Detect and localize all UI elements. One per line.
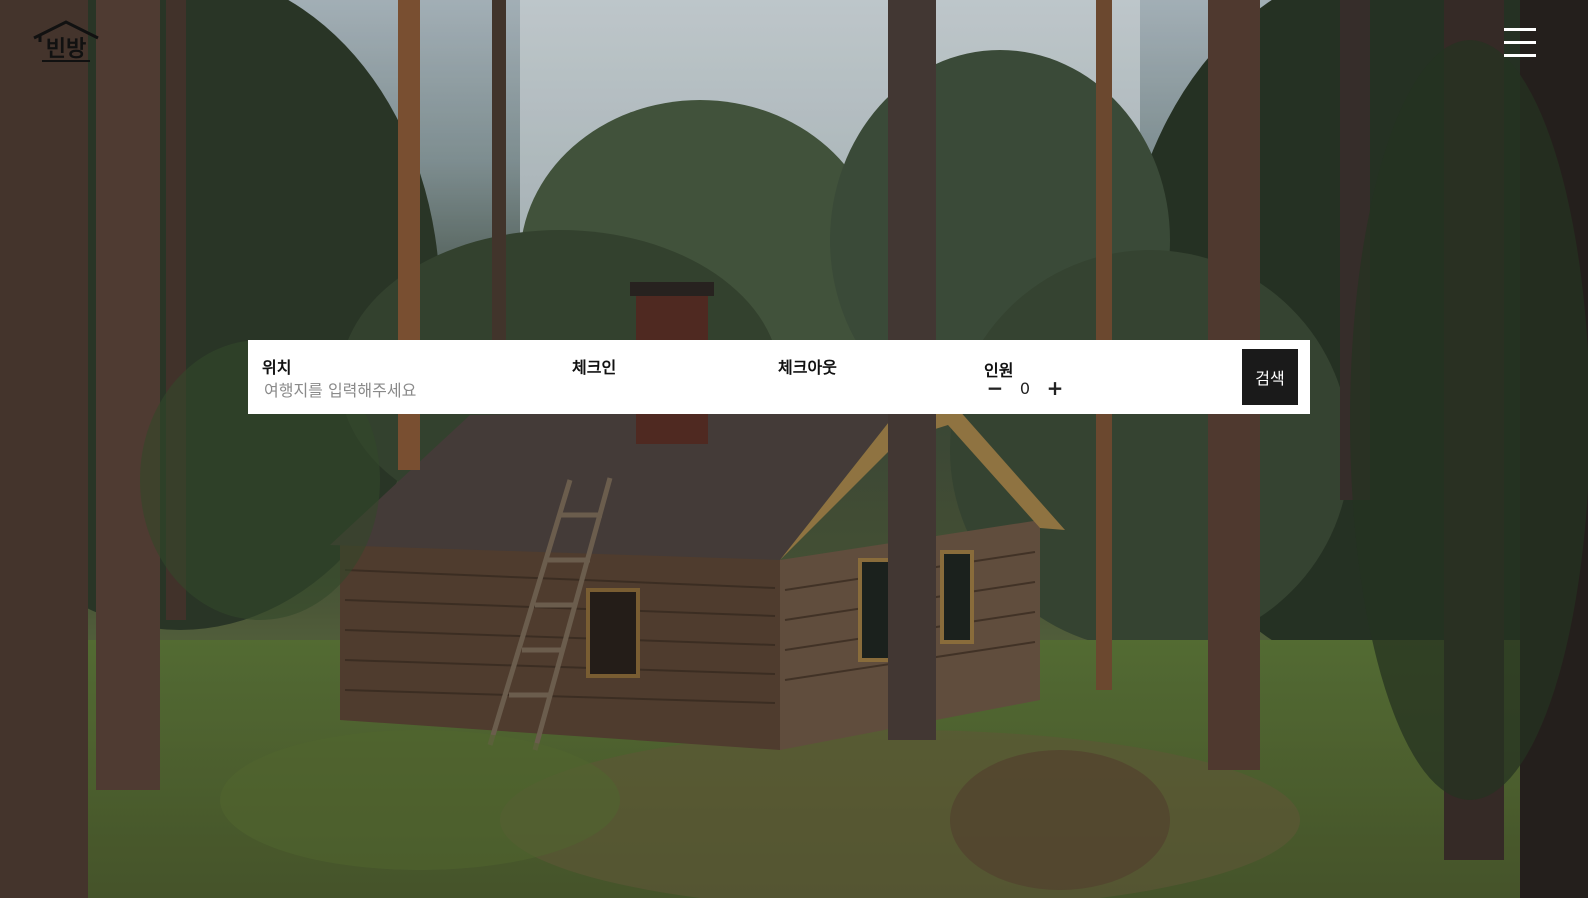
hamburger-menu-icon[interactable] (1504, 28, 1536, 58)
checkin-label: 체크인 (572, 358, 617, 377)
decrement-guests-button[interactable]: − (984, 376, 1006, 400)
checkout-label: 체크아웃 (778, 358, 837, 377)
guests-field: 인원 − 0 + (970, 340, 1210, 414)
menu-line (1504, 41, 1536, 44)
hero-background-image (0, 0, 1588, 898)
logo-graphic: 빈방 (33, 20, 99, 62)
search-bar: 위치 체크인 체크아웃 인원 − 0 + 검색 (248, 340, 1310, 414)
location-input[interactable] (262, 378, 534, 402)
guest-stepper: − 0 + (984, 376, 1066, 400)
search-button[interactable]: 검색 (1242, 349, 1298, 405)
location-label: 위치 (262, 358, 292, 377)
house-logo-icon[interactable]: 빈방 (30, 18, 102, 66)
menu-line (1504, 54, 1536, 57)
guests-count: 0 (1019, 378, 1031, 398)
checkout-field[interactable]: 체크아웃 (764, 340, 964, 414)
forest-cabin-photo (0, 0, 1588, 898)
location-field: 위치 (248, 340, 548, 414)
menu-line (1504, 28, 1536, 31)
logo-text: 빈방 (46, 37, 86, 62)
increment-guests-button[interactable]: + (1044, 376, 1066, 400)
checkin-field[interactable]: 체크인 (558, 340, 758, 414)
